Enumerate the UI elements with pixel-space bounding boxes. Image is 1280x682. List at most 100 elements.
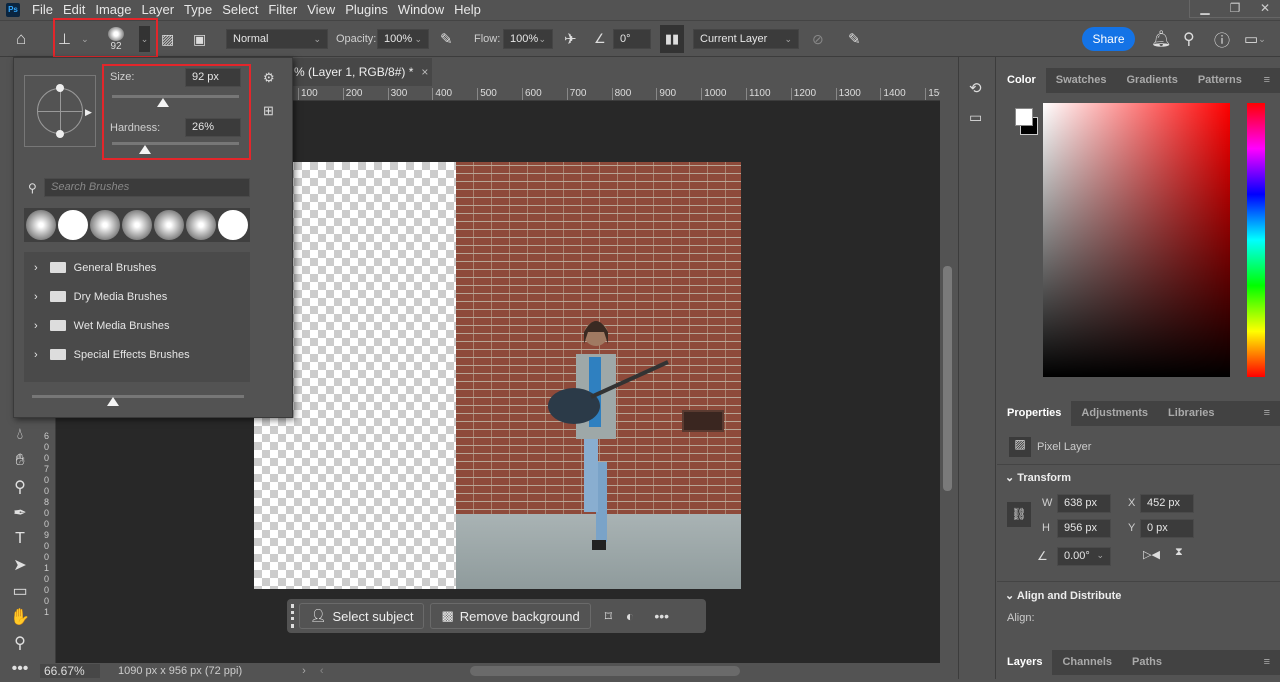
workspace-icon[interactable]: ▭ ⌄ [1244,21,1266,57]
pen-tool-icon[interactable]: ✒ [0,500,40,526]
folder-special-effects-brushes[interactable]: › Special Effects Brushes [24,340,250,369]
menu-layer[interactable]: Layer [142,2,175,17]
menu-plugins[interactable]: Plugins [345,2,388,17]
brush-preset[interactable] [90,210,120,240]
gear-icon[interactable]: ⚙ [263,70,275,86]
tab-paths[interactable]: Paths [1122,650,1172,675]
folder-wet-media-brushes[interactable]: › Wet Media Brushes [24,311,250,340]
brush-preset[interactable] [122,210,152,240]
angle-input[interactable]: 0° [613,29,651,49]
document-tab[interactable]: % (Layer 1, RGB/8#) * × [292,58,432,86]
brush-preset[interactable] [154,210,184,240]
preview-size-thumb[interactable] [107,397,119,406]
minimize-button[interactable]: ▁ [1190,0,1220,17]
menu-view[interactable]: View [307,2,335,17]
size-input[interactable]: 92 px [185,68,241,87]
close-button[interactable]: ✕ [1250,0,1280,17]
restore-button[interactable]: ❐ [1220,0,1250,17]
transform-section[interactable]: ⌄ Transform [1005,471,1071,484]
menu-edit[interactable]: Edit [63,2,85,17]
history-icon[interactable]: ⟲ [969,79,982,97]
panel-menu-icon[interactable]: ≡ [1254,650,1280,675]
home-icon[interactable]: ⌂ [16,21,26,57]
path-selection-icon[interactable]: ➤ [0,552,40,578]
zoom-level[interactable]: 66.67% [40,664,100,678]
tab-color[interactable]: Color [997,68,1046,93]
hardness-slider[interactable] [112,142,239,145]
hardness-input[interactable]: 26% [185,118,241,137]
align-section[interactable]: ⌄ Align and Distribute [1005,589,1121,602]
brush-settings-icon[interactable]: ▨ [161,21,174,57]
more-tools-icon[interactable]: ••• [0,656,40,682]
search-brushes-input[interactable]: Search Brushes [44,178,250,197]
aligned-toggle-icon[interactable]: ▮▮ [660,25,684,53]
folder-general-brushes[interactable]: › General Brushes [24,253,250,282]
hand-tool-icon[interactable]: ✋ [0,604,40,630]
adjustment-icon[interactable]: ◐ [626,608,634,624]
width-input[interactable]: 638 px [1057,494,1111,513]
preview-size-slider[interactable] [32,395,244,398]
vertical-scrollbar[interactable] [940,101,956,663]
menu-help[interactable]: Help [454,2,481,17]
menu-window[interactable]: Window [398,2,444,17]
menu-file[interactable]: File [32,2,53,17]
brush-preset[interactable] [218,210,248,240]
horizontal-scroll-thumb[interactable] [470,666,740,676]
size-slider-thumb[interactable] [156,98,169,107]
drag-handle[interactable] [291,604,294,628]
height-input[interactable]: 956 px [1057,519,1111,538]
search-icon[interactable]: ⚲ [1183,21,1195,57]
transform-icon[interactable]: ⌑ [605,608,612,625]
tab-channels[interactable]: Channels [1052,650,1122,675]
brush-preset[interactable] [58,210,88,240]
brush-preset[interactable] [26,210,56,240]
foreground-color-swatch[interactable] [1015,108,1033,126]
size-slider[interactable] [112,95,239,98]
share-button[interactable]: Share [1082,27,1135,51]
sample-select[interactable]: Current Layer ⌄ [693,29,799,49]
tab-libraries[interactable]: Libraries [1158,401,1224,426]
close-tab-icon[interactable]: × [421,65,428,79]
rotation-input[interactable]: 0.00° ⌄ [1057,547,1111,566]
brush-angle-preview[interactable]: ▶ [24,75,96,147]
airbrush-icon[interactable]: ✈ [564,21,577,57]
tab-layers[interactable]: Layers [997,650,1053,675]
ignore-adjustment-icon[interactable]: ⊘ [812,21,824,57]
rectangle-tool-icon[interactable]: ▭ [0,578,40,604]
scroll-left-icon[interactable]: ‹ [320,665,324,677]
color-field[interactable] [1043,103,1230,377]
more-options-icon[interactable]: ••• [654,608,669,624]
menu-image[interactable]: Image [95,2,131,17]
select-subject-button[interactable]: 👤︎ Select subject [299,603,425,629]
zoom-tool-icon[interactable]: ⚲ [0,630,40,656]
flip-vertical-icon[interactable]: ⧗ [1175,546,1183,559]
blur-tool-icon[interactable]: 💧︎ [0,422,40,448]
menu-select[interactable]: Select [222,2,258,17]
blend-mode-select[interactable]: Normal ⌄ [226,29,328,49]
help-icon[interactable]: ⓘ [1214,21,1230,57]
pressure-size-icon[interactable]: ✎ [848,21,861,57]
panel-menu-icon[interactable]: ≡ [1254,401,1280,426]
panel-menu-icon[interactable]: ≡ [1254,68,1280,93]
tab-gradients[interactable]: Gradients [1116,68,1187,93]
opacity-input[interactable]: 100% ⌄ [377,29,429,49]
flow-input[interactable]: 100% ⌄ [503,29,553,49]
menu-type[interactable]: Type [184,2,212,17]
pressure-opacity-icon[interactable]: ✎ [440,21,453,57]
link-icon[interactable]: ⛓ [1007,502,1031,527]
folder-dry-media-brushes[interactable]: › Dry Media Brushes [24,282,250,311]
clone-source-icon[interactable]: ▣ [193,21,206,57]
remove-background-button[interactable]: ▩ Remove background [430,603,591,629]
tab-patterns[interactable]: Patterns [1188,68,1252,93]
type-tool-icon[interactable]: T [0,526,40,552]
tab-swatches[interactable]: Swatches [1046,68,1117,93]
menu-filter[interactable]: Filter [268,2,297,17]
comments-icon[interactable]: ▭ [969,109,982,126]
brush-preset[interactable] [186,210,216,240]
flip-horizontal-icon[interactable]: ▷◀ [1143,548,1160,561]
y-input[interactable]: 0 px [1140,519,1194,538]
smudge-tool-icon[interactable]: ✋︎ [0,448,40,474]
hardness-slider-thumb[interactable] [139,145,152,154]
tab-properties[interactable]: Properties [997,401,1072,426]
scroll-thumb[interactable] [943,266,952,491]
